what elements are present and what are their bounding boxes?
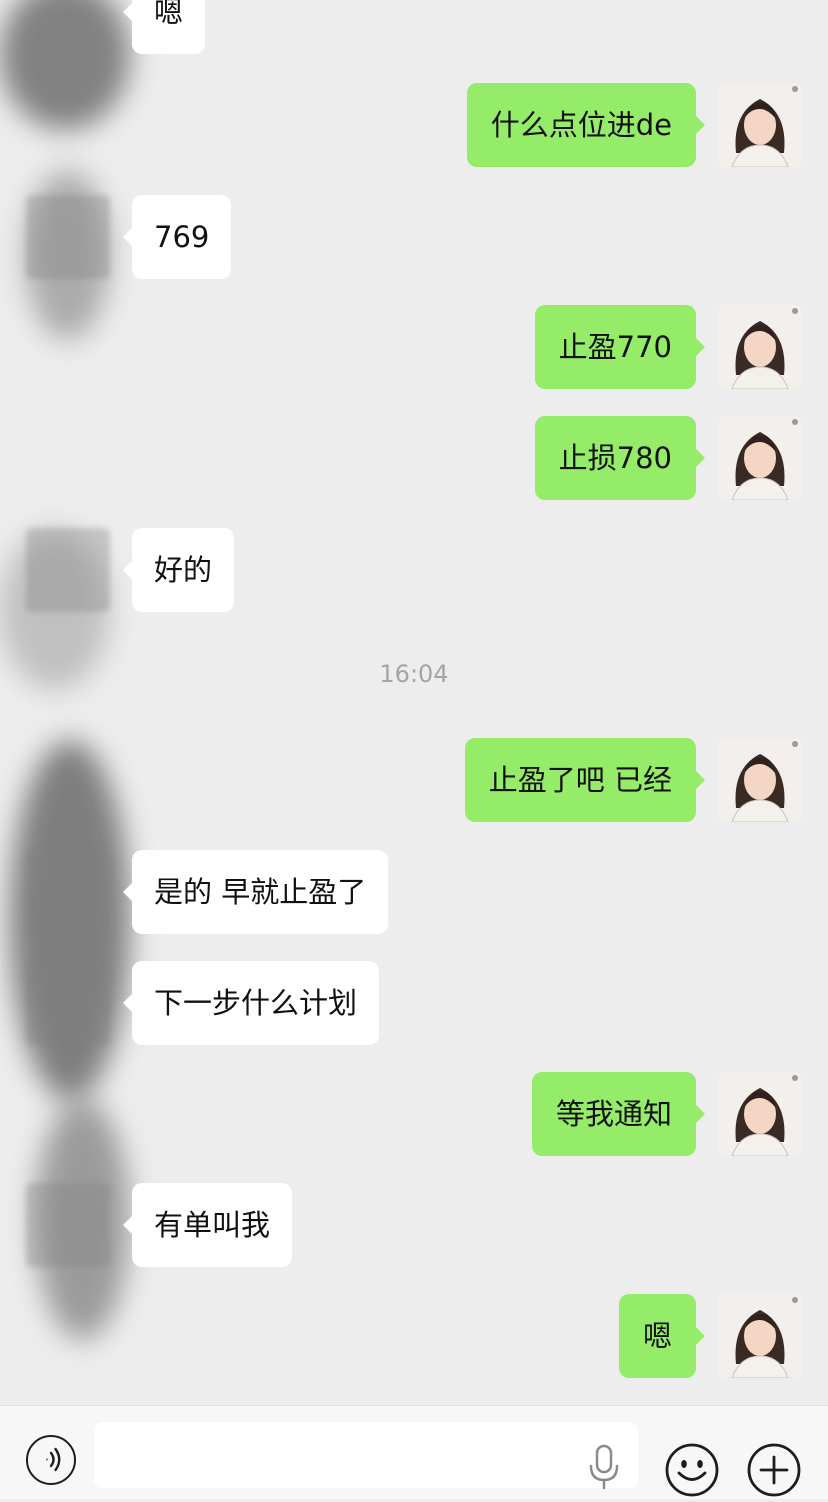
outgoing-message-bubble[interactable]: 止盈了吧 已经 (464, 738, 706, 822)
self-avatar[interactable] (718, 738, 802, 822)
outgoing-message-bubble[interactable]: 止盈770 (534, 305, 706, 389)
self-avatar[interactable] (718, 1294, 802, 1378)
incoming-message-bubble[interactable]: 有单叫我 (122, 1183, 293, 1267)
incoming-message-bubble[interactable]: 好的 (122, 528, 235, 612)
self-avatar[interactable] (718, 416, 802, 500)
incoming-message-bubble[interactable]: 下一步什么计划 (122, 961, 380, 1045)
contact-avatar[interactable] (26, 1183, 110, 1267)
outgoing-message-bubble[interactable]: 止损780 (534, 416, 706, 500)
contact-avatar[interactable] (26, 528, 110, 612)
message-input[interactable] (94, 1422, 638, 1488)
chat-area[interactable]: 嗯 什么点位进de 769 止盈770 止损780 好的 16:04 止盈了吧 … (0, 0, 828, 1405)
incoming-message-bubble[interactable]: 769 (122, 195, 232, 279)
self-avatar[interactable] (718, 305, 802, 389)
contact-avatar[interactable] (26, 850, 110, 934)
incoming-message-bubble[interactable]: 嗯 (122, 0, 206, 54)
contact-avatar[interactable] (26, 195, 110, 279)
self-avatar[interactable] (718, 1072, 802, 1156)
contact-avatar[interactable] (26, 961, 110, 1045)
self-avatar[interactable] (718, 83, 802, 167)
plus-icon[interactable] (746, 1442, 802, 1498)
input-bar (0, 1405, 828, 1499)
microphone-icon[interactable] (586, 1444, 622, 1492)
outgoing-message-bubble[interactable]: 什么点位进de (466, 83, 706, 167)
voice-icon[interactable] (26, 1435, 76, 1485)
message-timestamp: 16:04 (379, 660, 449, 688)
outgoing-message-bubble[interactable]: 等我通知 (531, 1072, 706, 1156)
incoming-message-bubble[interactable]: 是的 早就止盈了 (122, 850, 389, 934)
outgoing-message-bubble[interactable]: 嗯 (618, 1294, 706, 1378)
emoji-icon[interactable] (664, 1442, 720, 1498)
blurred-avatar-region (0, 0, 130, 130)
